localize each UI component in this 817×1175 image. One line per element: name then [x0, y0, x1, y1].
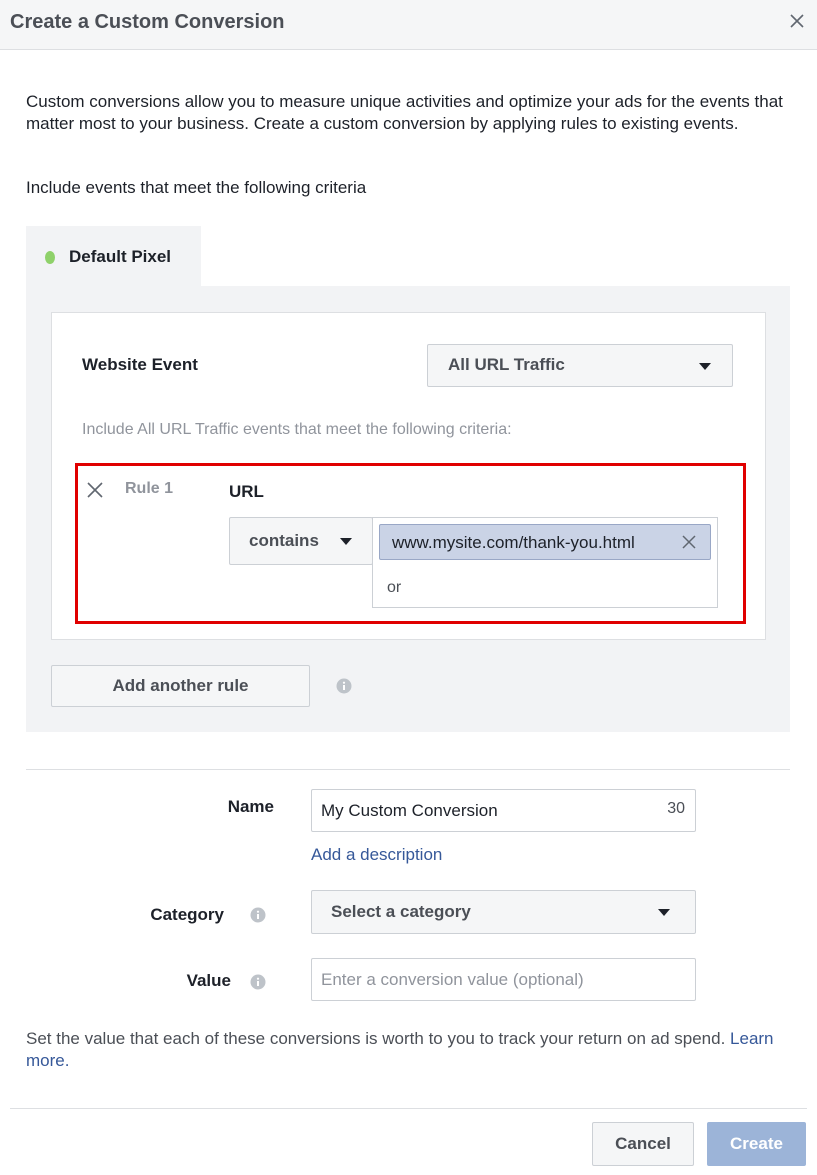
intro-text: Custom conversions allow you to measure … [26, 92, 783, 133]
rule-field-label: URL [229, 482, 264, 501]
cancel-button[interactable]: Cancel [592, 1122, 694, 1166]
caret-down-icon [340, 538, 352, 545]
pixel-status-dot [45, 251, 55, 264]
website-event-select[interactable]: All URL Traffic [427, 344, 733, 387]
value-note: Set the value that each of these convers… [26, 1028, 796, 1072]
category-value: Select a category [331, 902, 471, 921]
criteria-label: Include events that meet the following c… [26, 178, 367, 197]
info-icon[interactable] [250, 974, 266, 990]
rule-operator-value: contains [249, 531, 319, 550]
category-label: Category [150, 905, 224, 924]
website-event-value: All URL Traffic [448, 355, 565, 374]
name-char-count: 30 [667, 800, 685, 817]
create-button[interactable]: Create [707, 1122, 806, 1166]
remove-rule-icon[interactable] [86, 481, 104, 499]
website-event-label: Website Event [82, 355, 198, 374]
pixel-tab-label: Default Pixel [69, 247, 172, 266]
dialog-title: Create a Custom Conversion [10, 11, 285, 33]
rule-operator-select[interactable]: contains [229, 517, 373, 565]
url-token-text: www.mysite.com/thank-you.html [392, 533, 635, 552]
value-field[interactable] [311, 958, 696, 1001]
category-select[interactable]: Select a category [311, 890, 696, 934]
caret-down-icon [658, 909, 670, 916]
add-another-rule-button[interactable]: Add another rule [51, 665, 310, 707]
url-or-input[interactable] [387, 577, 687, 599]
caret-down-icon [699, 363, 711, 370]
add-description-link[interactable]: Add a description [311, 845, 442, 865]
name-label: Name [227, 797, 274, 816]
close-icon[interactable] [789, 13, 805, 29]
value-input[interactable] [321, 968, 651, 992]
section-divider [26, 769, 790, 770]
name-field[interactable]: 30 [311, 789, 696, 832]
url-token: www.mysite.com/thank-you.html [379, 524, 711, 560]
value-label: Value [186, 971, 231, 990]
dialog-header: Create a Custom Conversion [0, 0, 817, 50]
remove-token-icon[interactable] [682, 535, 696, 549]
info-icon[interactable] [250, 907, 266, 923]
rule-label: Rule 1 [125, 480, 174, 497]
include-traffic-text: Include All URL Traffic events that meet… [82, 421, 512, 438]
footer-divider [10, 1108, 807, 1109]
value-note-text: Set the value that each of these convers… [26, 1029, 726, 1048]
name-input[interactable] [321, 799, 651, 823]
tab-default-pixel[interactable]: Default Pixel [26, 226, 201, 287]
info-icon[interactable] [336, 678, 352, 694]
